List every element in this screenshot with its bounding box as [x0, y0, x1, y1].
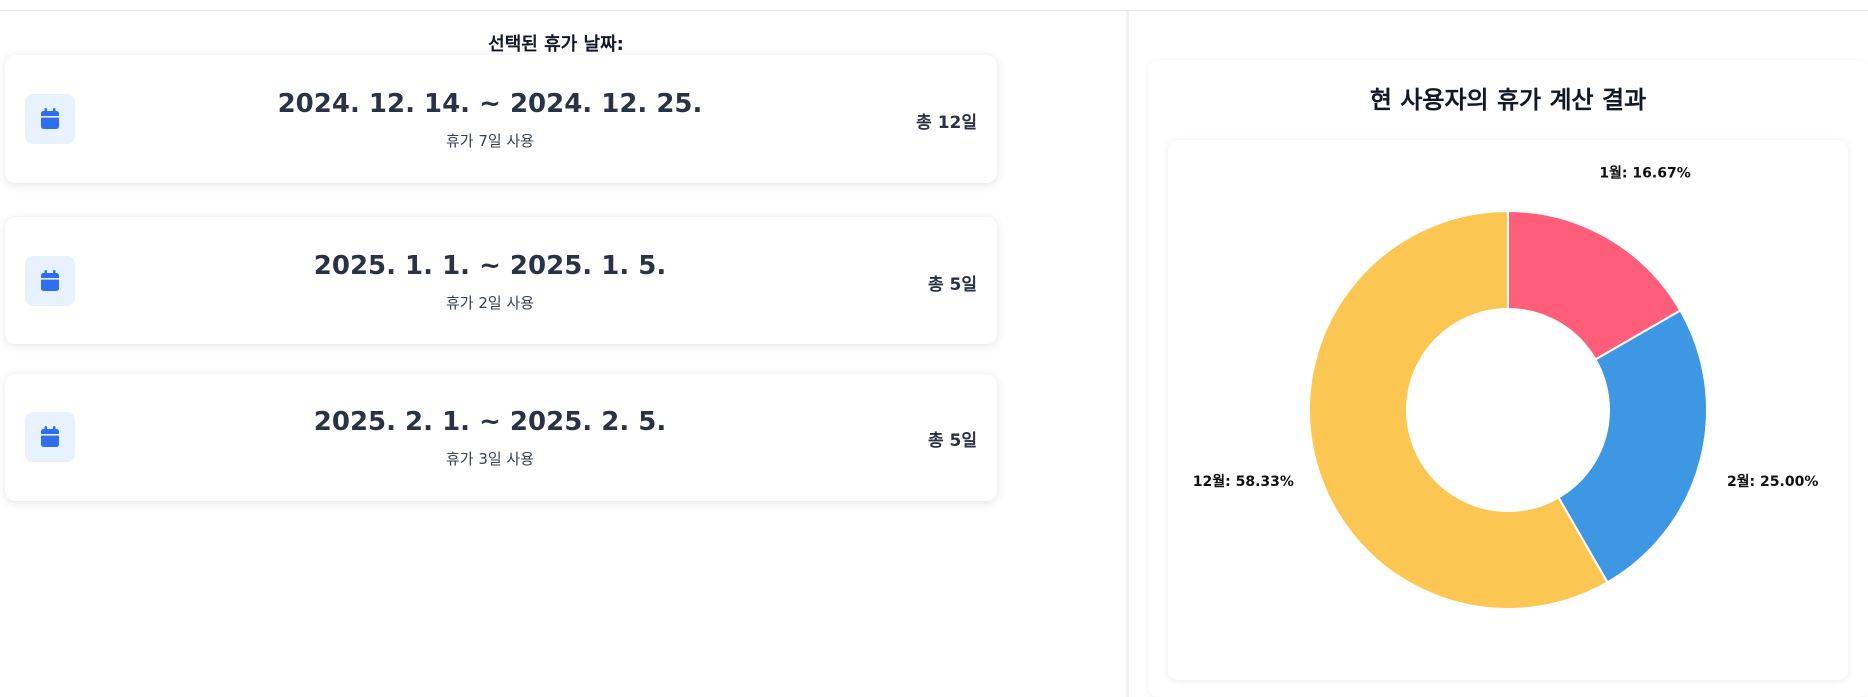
slice-label: 1월: 16.67% [1599, 165, 1690, 182]
vacation-card: 2025. 2. 1. ~ 2025. 2. 5. 휴가 3일 사용 총 5일 [5, 374, 997, 501]
vacation-card: 2024. 12. 14. ~ 2024. 12. 25. 휴가 7일 사용 총… [5, 55, 997, 183]
doughnut-chart: 1월: 16.67% 2월: 25.00% 12월: 58.33% [1193, 165, 1818, 610]
vacation-date-range: 2025. 1. 1. ~ 2025. 1. 5. [313, 251, 667, 281]
column-divider [1126, 11, 1129, 697]
calendar-icon [25, 94, 75, 144]
chart-card: 1월: 16.67% 2월: 25.00% 12월: 58.33% [1168, 140, 1848, 680]
result-panel: 현 사용자의 휴가 계산 결과 1월: 16.67% 2월: 25.00% 12월:… [1148, 60, 1868, 697]
result-title: 현 사용자의 휴가 계산 결과 [1369, 86, 1647, 114]
top-divider [0, 10, 1868, 11]
vacation-card: 2025. 1. 1. ~ 2025. 1. 5. 휴가 2일 사용 총 5일 [5, 217, 997, 344]
vacation-used-days: 휴가 2일 사용 [445, 294, 535, 312]
vacation-total-days: 총 12일 [916, 113, 977, 133]
vacation-date-range: 2024. 12. 14. ~ 2024. 12. 25. [277, 89, 703, 119]
calendar-icon [25, 256, 75, 306]
slice-label: 12월: 58.33% [1193, 473, 1294, 490]
vacation-total-days: 총 5일 [927, 275, 977, 295]
selected-dates-title: 선택된 휴가 날짜: [488, 34, 624, 55]
vacation-date-range: 2025. 2. 1. ~ 2025. 2. 5. [313, 407, 667, 437]
vacation-used-days: 휴가 7일 사용 [445, 132, 535, 150]
vacation-total-days: 총 5일 [927, 431, 977, 451]
vacation-used-days: 휴가 3일 사용 [445, 450, 535, 468]
slice-label: 2월: 25.00% [1727, 473, 1818, 490]
calendar-icon [25, 412, 75, 462]
